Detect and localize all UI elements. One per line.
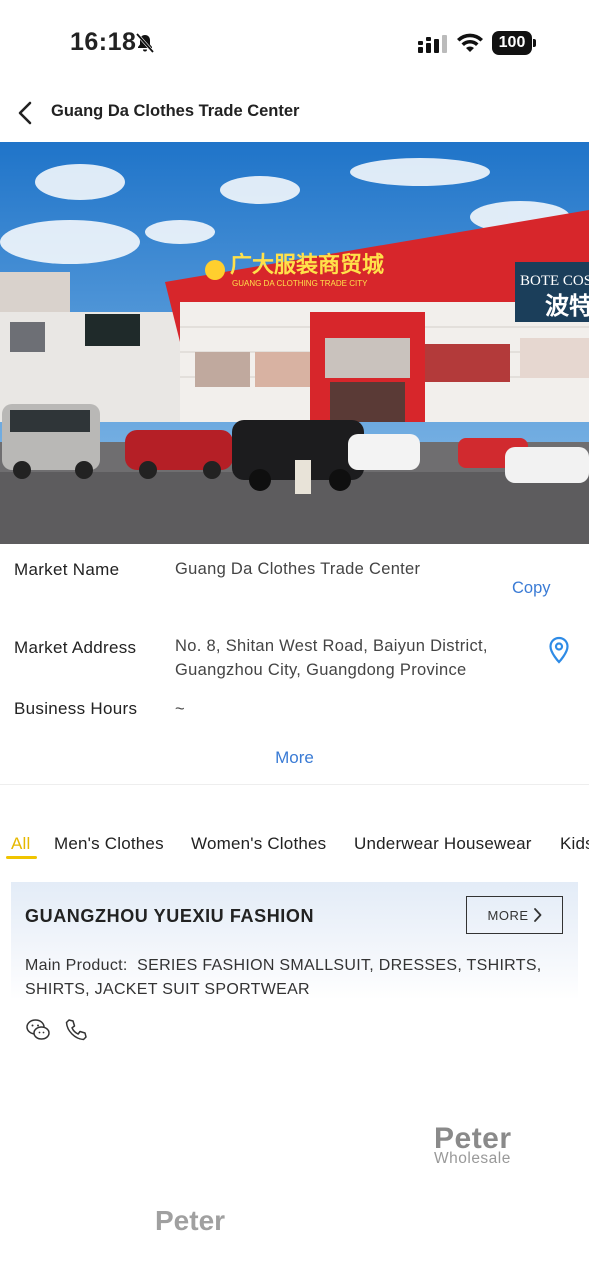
more-info-link[interactable]: More (0, 748, 589, 768)
battery-icon: 100 (492, 31, 536, 55)
sign-sub-text: GUANG DA CLOTHING TRADE CITY (232, 279, 368, 288)
tab-mens-clothes[interactable]: Men's Clothes (54, 834, 164, 854)
location-pin-icon[interactable] (548, 636, 570, 664)
main-product-label: Main Product: (25, 957, 128, 974)
tab-underwear-housewear[interactable]: Underwear Housewear (354, 834, 532, 854)
copy-button[interactable]: Copy (512, 579, 551, 598)
signal-icon (418, 35, 447, 53)
business-hours-value: ~ (175, 700, 185, 718)
shop-more-button[interactable]: MORE (466, 896, 563, 934)
category-tabs: All Men's Clothes Women's Clothes Underw… (0, 828, 589, 864)
shop-more-label: MORE (487, 907, 529, 923)
tab-womens-clothes[interactable]: Women's Clothes (191, 834, 326, 854)
status-time: 16:18 (70, 28, 137, 56)
tab-active-indicator (6, 856, 37, 859)
wifi-icon (457, 33, 483, 52)
sign-main-text: 广大服装商贸城 (230, 252, 384, 278)
market-name-value: Guang Da Clothes Trade Center (175, 560, 421, 578)
section-divider (0, 784, 589, 785)
status-bar: 16:18 100 (0, 0, 589, 88)
bell-muted-icon (135, 33, 155, 53)
address-line-1: No. 8, Shitan West Road, Baiyun District… (175, 637, 488, 655)
tab-all[interactable]: All (11, 834, 31, 854)
chevron-right-icon (533, 908, 541, 922)
sign-right-cn-text: 波特 (545, 292, 589, 320)
shop-card[interactable]: GUANGZHOU YUEXIU FASHION MORE Main Produ… (11, 882, 578, 1000)
market-photo: BOTE COST 波特 广大服装商贸城 GUANG DA CLOTHING T… (0, 142, 589, 544)
phone-icon[interactable] (63, 1017, 89, 1043)
market-address-value: No. 8, Shitan West Road, Baiyun District… (175, 634, 488, 682)
watermark-wholesale: Wholesale (434, 1150, 511, 1167)
back-arrow-icon[interactable] (14, 98, 38, 128)
shop-name: GUANGZHOU YUEXIU FASHION (25, 906, 315, 926)
business-hours-label: Business Hours (14, 699, 138, 718)
market-name-label: Market Name (14, 560, 120, 579)
nav-bar: Guang Da Clothes Trade Center (0, 88, 589, 140)
address-line-2: Guangzhou City, Guangdong Province (175, 661, 467, 679)
page-title: Guang Da Clothes Trade Center (51, 102, 300, 120)
watermark-logo: Peter Wholesale (434, 1122, 512, 1168)
market-address-label: Market Address (14, 638, 137, 657)
watermark-logo-2: Peter (155, 1205, 226, 1236)
shop-main-product: Main Product: SERIES FASHION SMALLSUIT, … (25, 954, 565, 1002)
tab-kids[interactable]: Kids (560, 834, 589, 854)
sign-right-text: BOTE COST (520, 273, 589, 289)
wechat-icon[interactable] (25, 1017, 51, 1043)
